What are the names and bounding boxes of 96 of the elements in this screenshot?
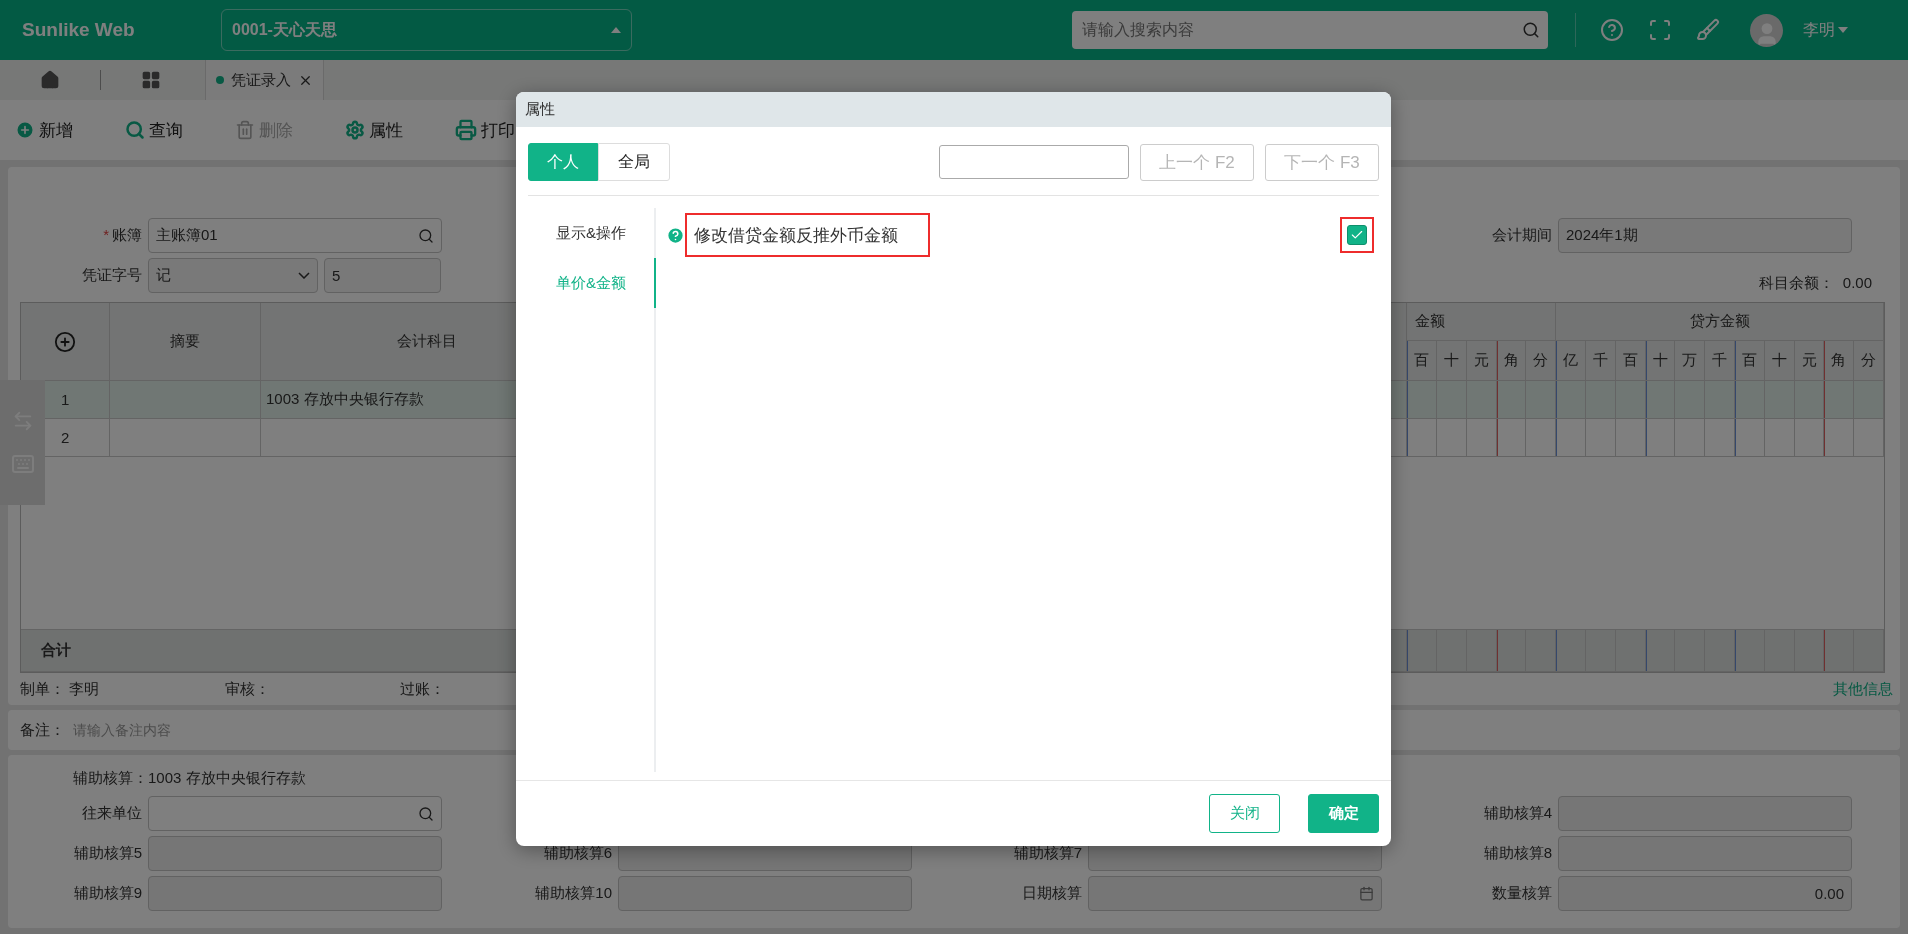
column-header: 金额 [1407,303,1557,341]
table-cell [1675,419,1706,457]
printer-icon [455,119,477,141]
column-header: 贷方金额 [1556,303,1884,341]
input-field[interactable]: 2024年1期 [1558,218,1852,253]
find-field[interactable] [939,145,1129,179]
field-label: 辅助核算： [72,768,148,788]
caret-icon [611,27,621,33]
confirm-button[interactable]: 确定 [1308,794,1379,833]
signature-text: 审核： [225,679,271,699]
calendar-icon [1359,886,1374,901]
fullscreen-button[interactable] [1648,18,1672,42]
field-label: 辅助核算6 [542,844,612,863]
caret-icon [1838,27,1848,33]
scope-tab[interactable]: 个人 [528,143,598,181]
add-icon [15,120,35,140]
page-tab[interactable]: 凭证录入 [205,60,324,100]
table-cell [1615,419,1646,457]
side-panel-tab[interactable] [0,380,45,505]
table-cell [1854,419,1884,457]
table-cell [1735,419,1765,457]
field-label: 辅助核算9 [72,884,142,903]
table-cell [1586,419,1616,457]
table-cell [1437,419,1467,457]
input-field[interactable]: 主账簿01 [148,218,442,253]
other-info-link[interactable]: 其他信息 [1833,679,1893,699]
table-cell [1824,419,1855,457]
field-label: 会计期间 [1491,226,1552,245]
add-row-button[interactable] [54,330,76,353]
brush-icon [1696,18,1720,42]
table-cell [1466,419,1497,457]
field-label: 数量核算 [1491,884,1552,903]
category-item[interactable]: 显示&操作 [528,208,656,258]
field-label: * 账簿 [102,226,142,245]
toolbar-button[interactable]: 查询 [125,118,235,142]
add-icon [54,330,76,353]
table-cell [1705,419,1735,457]
search-input[interactable]: 请输入搜索内容 [1080,20,1516,40]
input-field[interactable] [148,796,442,831]
table-cell [1556,419,1587,457]
dialog-title: 属性 [516,92,1391,127]
check-icon [1350,228,1364,242]
input-field[interactable] [1558,836,1852,871]
field-label: 往来单位 [81,804,142,823]
search-icon [418,227,434,244]
search-icon [418,805,434,822]
date-field[interactable] [1088,876,1382,911]
signature-text: 制单： 李明 [20,679,101,699]
table-cell [1496,419,1527,457]
input-field[interactable] [148,836,442,871]
field-label: 辅助核算8 [1482,844,1552,863]
avatar[interactable] [1750,13,1783,47]
input-field[interactable] [618,876,912,911]
search-icon [125,120,145,140]
balance-text: 科目余额： 0.00 [1759,274,1872,293]
toolbar-button[interactable]: 属性 [345,118,455,142]
scope-tab[interactable]: 全局 [598,143,670,181]
trash-icon [235,120,255,140]
field-label: 辅助核算5 [72,844,142,863]
field-label: 凭证字号 [81,266,142,285]
option-label: 修改借贷金额反推外币金额 [685,213,930,257]
table-cell [1764,419,1795,457]
search-field[interactable]: 请输入搜索内容 [1072,11,1548,49]
field-label: 备注： [20,720,65,740]
user-menu[interactable]: 李明 [1797,18,1854,42]
company-select[interactable]: 0001-天心天思 [221,9,632,51]
help-icon [1600,18,1624,42]
field-label: 日期核算 [1021,884,1082,903]
field-value: 1003 存放中央银行存款 [148,768,306,788]
field-label: 辅助核算7 [1012,844,1082,863]
search-icon [1522,21,1540,39]
field-label: 辅助核算10 [534,884,612,903]
input-field[interactable] [148,876,442,911]
option-checkbox[interactable] [1347,225,1367,245]
toolbar-button[interactable]: 新增 [15,118,125,142]
table-cell [1526,419,1557,457]
signature-text: 过账： [400,679,446,699]
grid-icon [141,70,161,90]
chevron-icon [298,272,310,279]
settings-icon [345,120,365,140]
table-cell [1645,419,1676,457]
field-label: 辅助核算4 [1482,804,1552,823]
home-icon [40,70,60,90]
input-field[interactable]: 0.00 [1558,876,1852,911]
select-field[interactable]: 记 [148,258,318,293]
fullscreen-icon [1648,18,1672,42]
app-logo: Sunlike Web [22,19,136,41]
status-dot [216,76,224,84]
category-item[interactable]: 单价&金额 [528,258,656,308]
close-button[interactable]: 关闭 [1209,794,1280,833]
help-icon[interactable] [666,225,685,245]
input-field[interactable] [1558,796,1852,831]
brush-button[interactable] [1696,18,1720,42]
help-button[interactable] [1600,18,1624,42]
table-cell [1794,419,1825,457]
input-field[interactable]: 5 [324,258,441,293]
